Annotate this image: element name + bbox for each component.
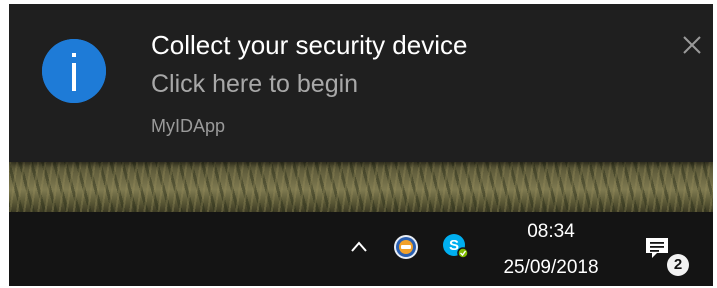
screen: Collect your security device Click here … (9, 4, 713, 286)
show-hidden-icons-button[interactable] (348, 236, 370, 258)
close-button[interactable] (679, 32, 705, 58)
notification-count-badge: 2 (667, 254, 689, 276)
taskbar-clock[interactable]: 08:34 25/09/2018 (491, 220, 611, 280)
myid-app-tray-button[interactable] (393, 234, 419, 260)
skype-icon: S (443, 234, 469, 259)
toast-app-name: MyIDApp (151, 116, 226, 136)
chevron-up-icon (351, 241, 367, 252)
info-icon (42, 39, 106, 103)
toast-body: Click here to begin (151, 70, 359, 98)
clock-time: 08:34 (527, 221, 575, 242)
close-icon (683, 36, 701, 54)
myid-app-icon (394, 235, 418, 259)
desktop-wallpaper (9, 162, 713, 212)
skype-tray-button[interactable]: S (441, 232, 469, 260)
taskbar: S 08:34 25/09/2018 2 (9, 212, 713, 286)
toast-notification[interactable]: Collect your security device Click here … (9, 4, 713, 162)
clock-date: 25/09/2018 (503, 257, 599, 278)
action-center-button[interactable]: 2 (643, 234, 691, 278)
toast-title: Collect your security device (151, 30, 468, 60)
